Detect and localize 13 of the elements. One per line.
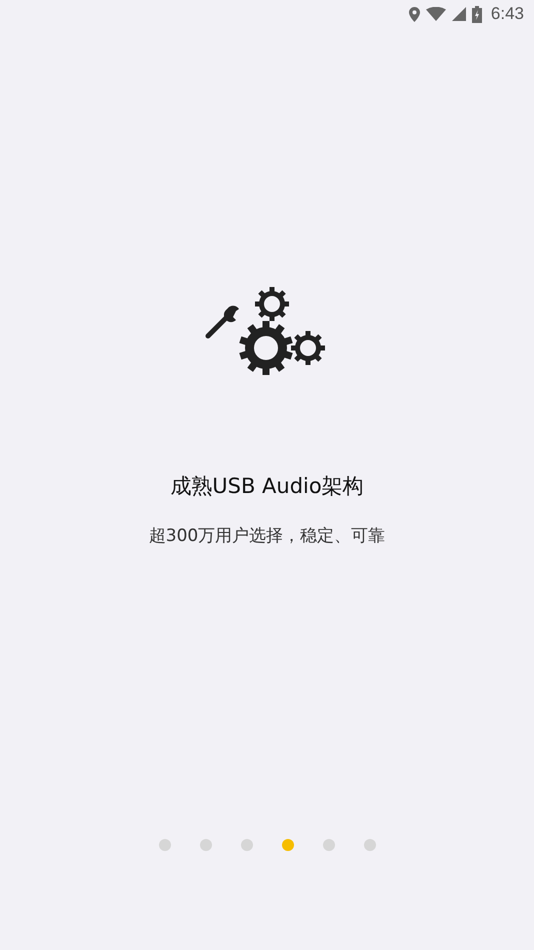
- page-dot[interactable]: [240, 839, 252, 851]
- page-dot[interactable]: [282, 839, 294, 851]
- location-icon: [408, 6, 420, 22]
- wifi-icon: [426, 7, 446, 21]
- signal-icon: [452, 7, 466, 21]
- battery-charging-icon: [472, 6, 482, 22]
- page-dot[interactable]: [158, 839, 170, 851]
- page-dot[interactable]: [200, 839, 212, 851]
- status-time: 6:43: [490, 4, 524, 24]
- feature-subtitle: 超300万用户选择，稳定、可靠: [148, 525, 386, 547]
- page-dot[interactable]: [364, 839, 376, 851]
- feature-title: 成熟USB Audio架构: [170, 473, 364, 500]
- page-dot[interactable]: [322, 839, 334, 851]
